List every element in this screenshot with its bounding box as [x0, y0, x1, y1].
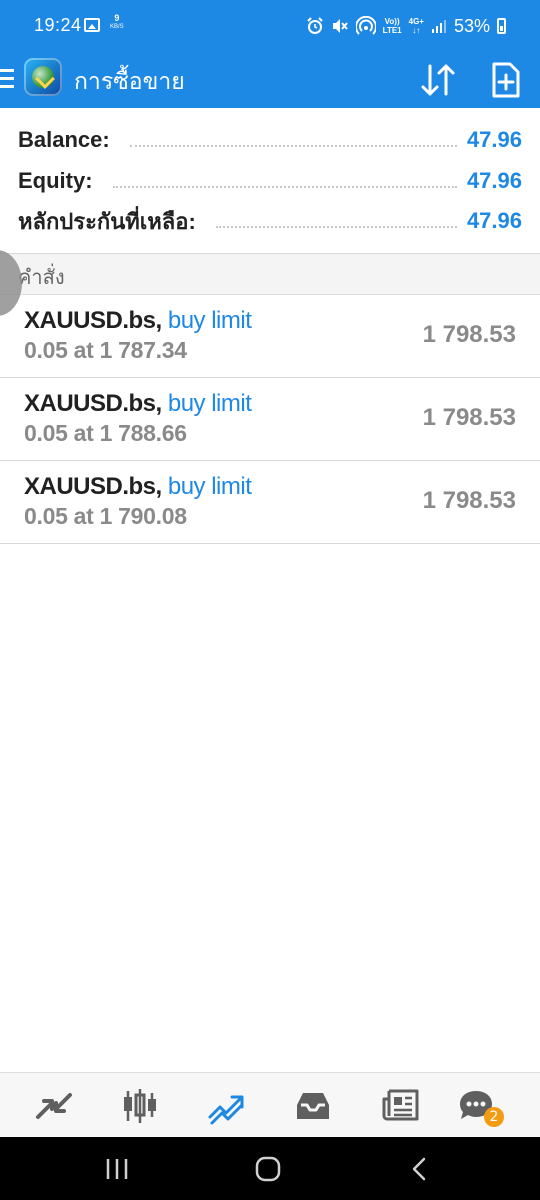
nav-chat[interactable]: 2 — [456, 1087, 504, 1127]
balance-label: Balance: — [18, 127, 110, 152]
order-current-price: 1 798.53 — [422, 404, 516, 431]
mute-icon — [332, 19, 348, 33]
dotted-leader — [112, 186, 457, 188]
orders-list: XAUUSD.bs, buy limit 0.05 at 1 787.34 1 … — [0, 295, 540, 544]
order-volume-price: 0.05 at 1 788.66 — [24, 420, 187, 446]
data-speed-indicator: 9 KB/S — [110, 14, 124, 32]
screen: 19:24 9 KB/S Vo)) LTE1 4G+ ↓↑ 53% การซื้… — [0, 0, 540, 1200]
back-icon — [412, 1157, 426, 1181]
volte-indicator: Vo)) LTE1 — [383, 17, 402, 35]
news-icon — [382, 1089, 419, 1121]
page-title: การซื้อขาย — [74, 68, 185, 94]
order-row[interactable]: XAUUSD.bs, buy limit 0.05 at 1 788.66 1 … — [0, 378, 540, 461]
back-button[interactable] — [405, 1155, 435, 1183]
history-icon — [297, 1093, 329, 1119]
home-button[interactable] — [253, 1155, 283, 1183]
nav-chart[interactable] — [120, 1087, 160, 1125]
balance-value: 47.96 — [466, 127, 522, 152]
balance-row: Balance: 47.96 — [18, 120, 522, 160]
recent-apps-button[interactable] — [102, 1155, 132, 1183]
order-symbol-line: XAUUSD.bs, buy limit — [24, 390, 252, 418]
dotted-leader — [215, 226, 457, 228]
nav-trade[interactable] — [206, 1087, 246, 1125]
order-symbol-line: XAUUSD.bs, buy limit — [24, 307, 252, 335]
alarm-icon — [306, 17, 323, 34]
chat-badge: 2 — [484, 1107, 504, 1127]
order-type: buy limit — [167, 307, 252, 334]
orders-section-header: คำสั่ง — [0, 254, 540, 295]
free-margin-value: 47.96 — [466, 208, 522, 233]
orders-section-title: คำสั่ง — [18, 267, 65, 289]
order-type: buy limit — [167, 390, 252, 417]
account-summary: Balance: 47.96 Equity: 47.96 หลักประกันท… — [0, 108, 540, 254]
data-speed-unit: KB/S — [110, 24, 124, 30]
battery-icon — [497, 18, 506, 34]
new-document-icon — [492, 62, 520, 98]
network-arrows-icon: ↓↑ — [412, 26, 421, 35]
free-margin-row: หลักประกันที่เหลือ: 47.96 — [18, 201, 522, 241]
trade-icon — [208, 1095, 244, 1125]
recent-apps-icon — [106, 1159, 128, 1179]
equity-value: 47.96 — [466, 168, 522, 193]
order-current-price: 1 798.53 — [422, 487, 516, 514]
app-toolbar: การซื้อขาย — [0, 52, 540, 108]
home-icon — [255, 1156, 281, 1182]
gallery-notification-icon — [84, 18, 100, 32]
sort-icon — [421, 64, 455, 96]
status-icons: Vo)) LTE1 4G+ ↓↑ 53% — [306, 12, 506, 40]
order-symbol: XAUUSD.bs, — [24, 473, 162, 500]
quotes-icon — [36, 1093, 72, 1119]
bottom-navigation: 2 — [0, 1072, 540, 1138]
order-type: buy limit — [167, 473, 252, 500]
chart-icon — [124, 1089, 156, 1123]
order-current-price: 1 798.53 — [422, 321, 516, 348]
system-navigation-bar — [0, 1137, 540, 1200]
status-bar: 19:24 9 KB/S Vo)) LTE1 4G+ ↓↑ 53% — [0, 0, 540, 52]
order-symbol: XAUUSD.bs, — [24, 307, 162, 334]
hotspot-icon — [355, 16, 376, 35]
app-logo[interactable] — [24, 58, 62, 96]
volte-label: Vo)) — [384, 17, 400, 26]
nav-history[interactable] — [293, 1087, 333, 1125]
menu-icon[interactable] — [0, 69, 14, 89]
order-row[interactable]: XAUUSD.bs, buy limit 0.05 at 1 787.34 1 … — [0, 295, 540, 378]
order-symbol: XAUUSD.bs, — [24, 390, 162, 417]
nav-quotes[interactable] — [34, 1087, 74, 1125]
order-volume-price: 0.05 at 1 787.34 — [24, 337, 187, 363]
battery-percent: 53% — [453, 15, 490, 36]
network-indicator: 4G+ ↓↑ — [409, 17, 424, 35]
data-speed-value: 9 — [114, 13, 120, 23]
new-order-button[interactable] — [488, 60, 524, 100]
free-margin-label: หลักประกันที่เหลือ: — [18, 208, 196, 234]
equity-row: Equity: 47.96 — [18, 161, 522, 201]
order-symbol-line: XAUUSD.bs, buy limit — [24, 473, 252, 501]
order-volume-price: 0.05 at 1 790.08 — [24, 503, 187, 529]
nav-news[interactable] — [381, 1087, 421, 1125]
equity-label: Equity: — [18, 168, 93, 193]
signal-icon — [431, 20, 446, 33]
sort-button[interactable] — [418, 60, 458, 100]
order-row[interactable]: XAUUSD.bs, buy limit 0.05 at 1 790.08 1 … — [0, 461, 540, 544]
network-label: 4G+ — [408, 17, 424, 26]
status-time: 19:24 — [34, 15, 82, 35]
dotted-leader — [129, 145, 457, 147]
lte-label: LTE1 — [382, 26, 402, 35]
